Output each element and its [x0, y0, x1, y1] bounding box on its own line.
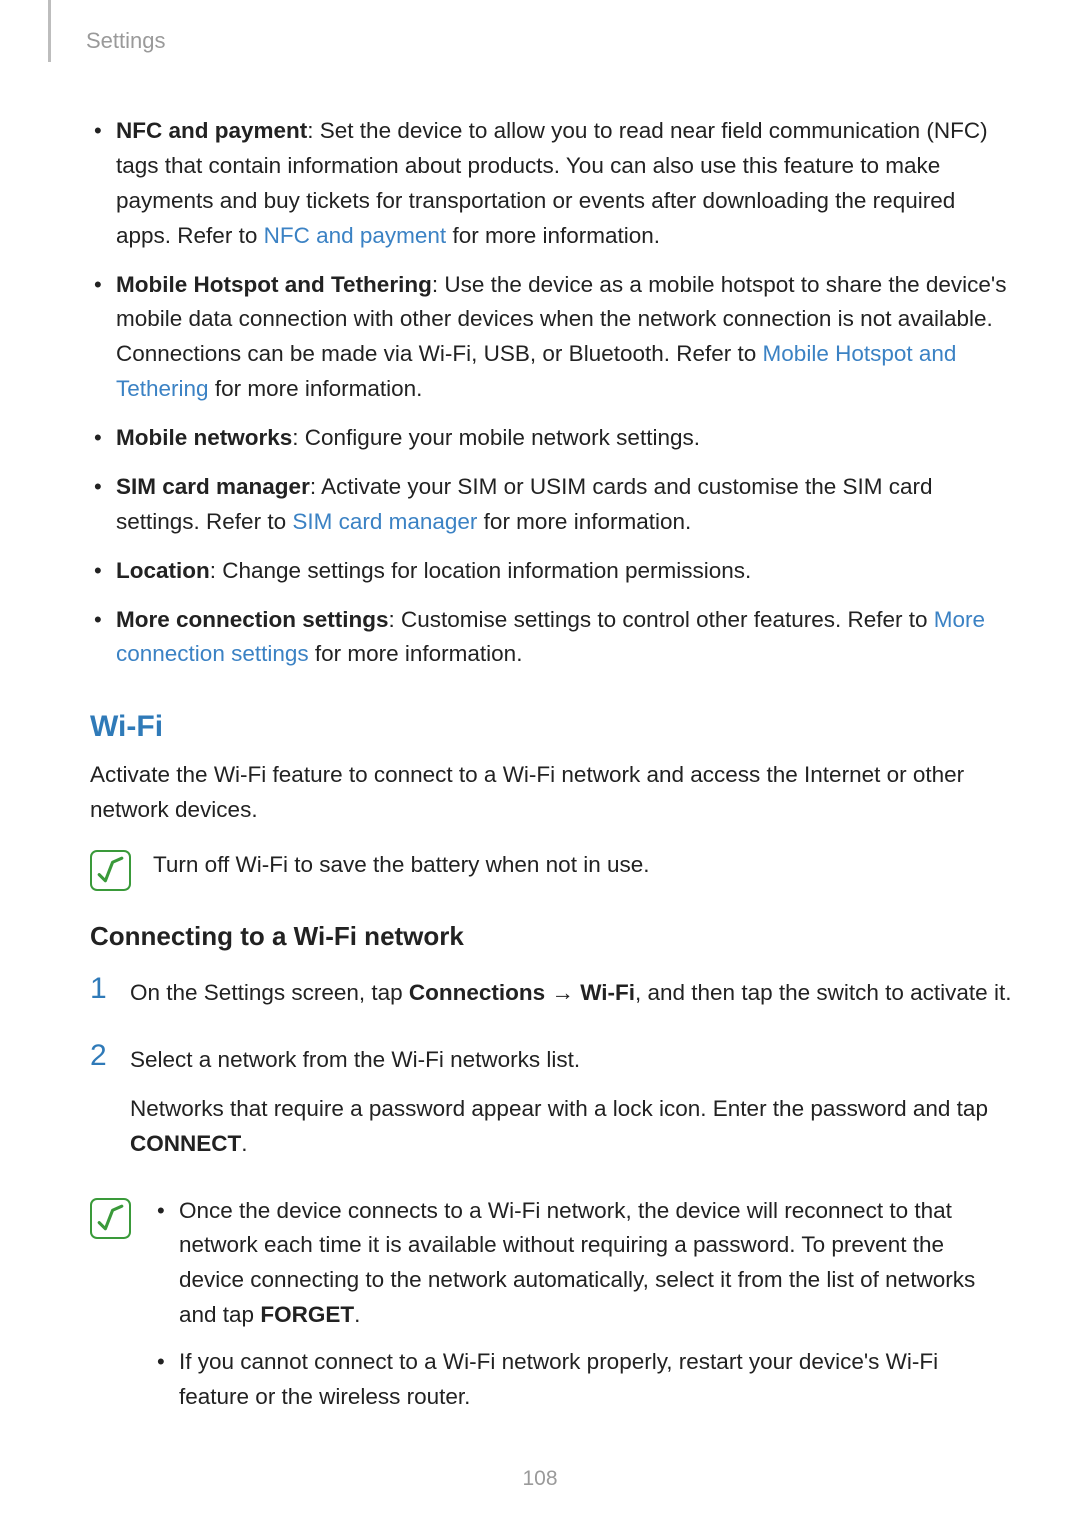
page-number: 108 — [0, 1467, 1080, 1491]
list-item: If you cannot connect to a Wi-Fi network… — [153, 1345, 1012, 1415]
list-item: More connection settings: Customise sett… — [90, 603, 1012, 673]
step-2-text-a: Select a network from the Wi-Fi networks… — [130, 1043, 1012, 1078]
list-item: SIM card manager: Activate your SIM or U… — [90, 470, 1012, 540]
step-1: 1 On the Settings screen, tap Connection… — [90, 976, 1012, 1025]
tips-block: Once the device connects to a Wi-Fi netw… — [90, 1194, 1012, 1427]
item-text: : Configure your mobile network settings… — [292, 425, 700, 450]
note-icon — [90, 1198, 131, 1239]
section-heading-wifi: Wi-Fi — [90, 710, 1012, 744]
list-item: Location: Change settings for location i… — [90, 554, 1012, 589]
item-text-after: for more information. — [209, 376, 423, 401]
item-title: SIM card manager — [116, 474, 310, 499]
wifi-intro: Activate the Wi-Fi feature to connect to… — [90, 758, 1012, 828]
item-text: : Customise settings to control other fe… — [389, 607, 934, 632]
text: , and then tap the switch to activate it… — [635, 980, 1011, 1005]
text: . — [241, 1131, 247, 1156]
step-1-text: On the Settings screen, tap Connections … — [130, 976, 1012, 1011]
text: On the Settings screen, tap — [130, 980, 409, 1005]
item-title: Mobile networks — [116, 425, 292, 450]
header-divider — [48, 0, 51, 62]
arrow: → — [545, 980, 580, 1005]
item-title: More connection settings — [116, 607, 389, 632]
step-number: 1 — [90, 974, 112, 1004]
item-text-after: for more information. — [309, 641, 523, 666]
item-title: Mobile Hotspot and Tethering — [116, 272, 432, 297]
item-text: : Change settings for location informati… — [210, 558, 752, 583]
bold-connect: CONNECT — [130, 1131, 241, 1156]
list-item: Mobile Hotspot and Tethering: Use the de… — [90, 268, 1012, 408]
step-number: 2 — [90, 1041, 112, 1071]
item-text-after: for more information. — [446, 223, 660, 248]
item-title: Location — [116, 558, 210, 583]
feature-list: NFC and payment: Set the device to allow… — [90, 114, 1012, 672]
page-header: Settings — [86, 28, 1012, 54]
link-sim[interactable]: SIM card manager — [292, 509, 477, 534]
list-item: Once the device connects to a Wi-Fi netw… — [153, 1194, 1012, 1334]
subsection-heading: Connecting to a Wi-Fi network — [90, 921, 1012, 952]
note-text: Turn off Wi-Fi to save the battery when … — [153, 848, 1012, 883]
tips-list: Once the device connects to a Wi-Fi netw… — [153, 1194, 1012, 1427]
bold-forget: FORGET — [260, 1302, 354, 1327]
item-text-after: for more information. — [477, 509, 691, 534]
item-title: NFC and payment — [116, 118, 307, 143]
link-nfc[interactable]: NFC and payment — [264, 223, 447, 248]
tip-text: If you cannot connect to a Wi-Fi network… — [179, 1349, 938, 1409]
list-item: Mobile networks: Configure your mobile n… — [90, 421, 1012, 456]
text: Networks that require a password appear … — [130, 1096, 988, 1121]
text: . — [354, 1302, 360, 1327]
step-2-text-b: Networks that require a password appear … — [130, 1092, 1012, 1162]
step-2: 2 Select a network from the Wi-Fi networ… — [90, 1043, 1012, 1176]
bold-connections: Connections — [409, 980, 545, 1005]
list-item: NFC and payment: Set the device to allow… — [90, 114, 1012, 254]
note-icon — [90, 850, 131, 891]
bold-wifi: Wi-Fi — [580, 980, 635, 1005]
note-block: Turn off Wi-Fi to save the battery when … — [90, 848, 1012, 891]
